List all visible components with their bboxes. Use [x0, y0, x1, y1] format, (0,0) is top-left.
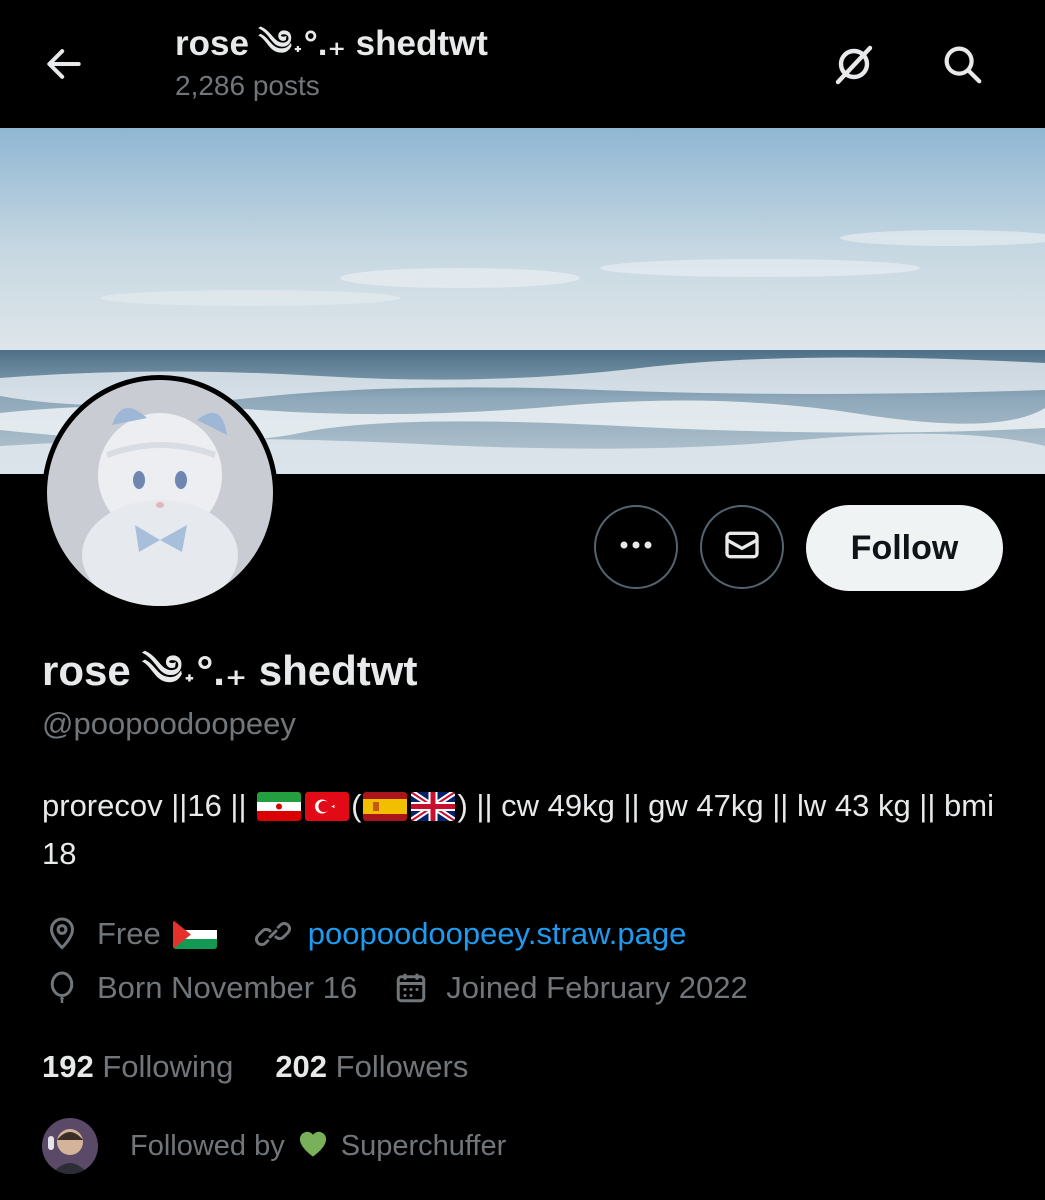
following-count: 192 [42, 1049, 94, 1084]
search-button[interactable] [936, 40, 988, 92]
website-link[interactable]: poopoodoopeey.straw.page [308, 914, 687, 954]
uk-flag-icon [411, 792, 456, 821]
follow-stats: 192 Following 202 Followers [42, 1046, 468, 1088]
profile-avatar[interactable] [42, 375, 278, 611]
location-text: Free [97, 916, 161, 951]
profile-meta-row-1: Free poopoodoopeey.straw.page [42, 914, 686, 954]
spain-flag-icon [363, 792, 408, 821]
follower-avatar [42, 1118, 98, 1174]
search-icon [939, 41, 985, 92]
bio-paren-close: ) [457, 788, 468, 823]
message-button[interactable] [700, 505, 784, 589]
bio-paren-open: ( [351, 788, 362, 823]
followed-by-prefix: Followed by [130, 1129, 285, 1162]
link-icon [253, 914, 293, 954]
follow-button[interactable]: Follow [806, 505, 1003, 591]
arrow-left-icon [42, 42, 86, 91]
location-pin-icon [42, 914, 82, 954]
followed-by-row[interactable]: Followed by Superchuffer [42, 1118, 506, 1174]
green-heart-icon [295, 1126, 331, 1166]
bio-text-start: prorecov ||16 || [42, 788, 256, 823]
website-item: poopoodoopeey.straw.page [253, 914, 687, 954]
following-stat[interactable]: 192 Following [42, 1046, 233, 1088]
balloon-icon [42, 968, 82, 1008]
followers-stat[interactable]: 202 Followers [275, 1046, 468, 1088]
followed-by-name: Superchuffer [340, 1129, 507, 1162]
following-label: Following [102, 1049, 234, 1084]
followers-count: 202 [275, 1049, 328, 1084]
profile-meta-row-2: Born November 16 Joined February 2022 [42, 968, 748, 1008]
joined-text: Joined February 2022 [446, 970, 748, 1005]
iran-flag-icon [257, 792, 302, 821]
grok-icon [830, 40, 878, 93]
header-title-block: rose ༄˖°.₊ shedtwt 2,286 posts [175, 22, 488, 104]
calendar-icon [391, 968, 431, 1008]
envelope-icon [722, 525, 762, 570]
location-item: Free [42, 914, 219, 954]
display-name: rose ༄˖°.₊ shedtwt [42, 647, 418, 694]
birthday-text: Born November 16 [97, 970, 358, 1005]
post-count: 2,286 posts [175, 70, 320, 101]
header-title: rose ༄˖°.₊ shedtwt [175, 24, 488, 63]
followers-label: Followers [335, 1049, 469, 1084]
turkey-flag-icon [305, 792, 350, 821]
more-options-button[interactable] [594, 505, 678, 589]
more-dots-icon [616, 538, 656, 556]
back-button[interactable] [40, 42, 88, 90]
profile-bio: prorecov ||16 || () || cw 49kg || gw 47k… [42, 782, 1002, 878]
user-handle: @poopoodoopeey [42, 706, 296, 741]
palestine-flag-icon [172, 919, 217, 949]
grok-button[interactable] [828, 40, 880, 92]
joined-item: Joined February 2022 [391, 968, 748, 1008]
top-bar: rose ༄˖°.₊ shedtwt 2,286 posts [0, 0, 1045, 128]
birthday-item: Born November 16 [42, 968, 357, 1008]
